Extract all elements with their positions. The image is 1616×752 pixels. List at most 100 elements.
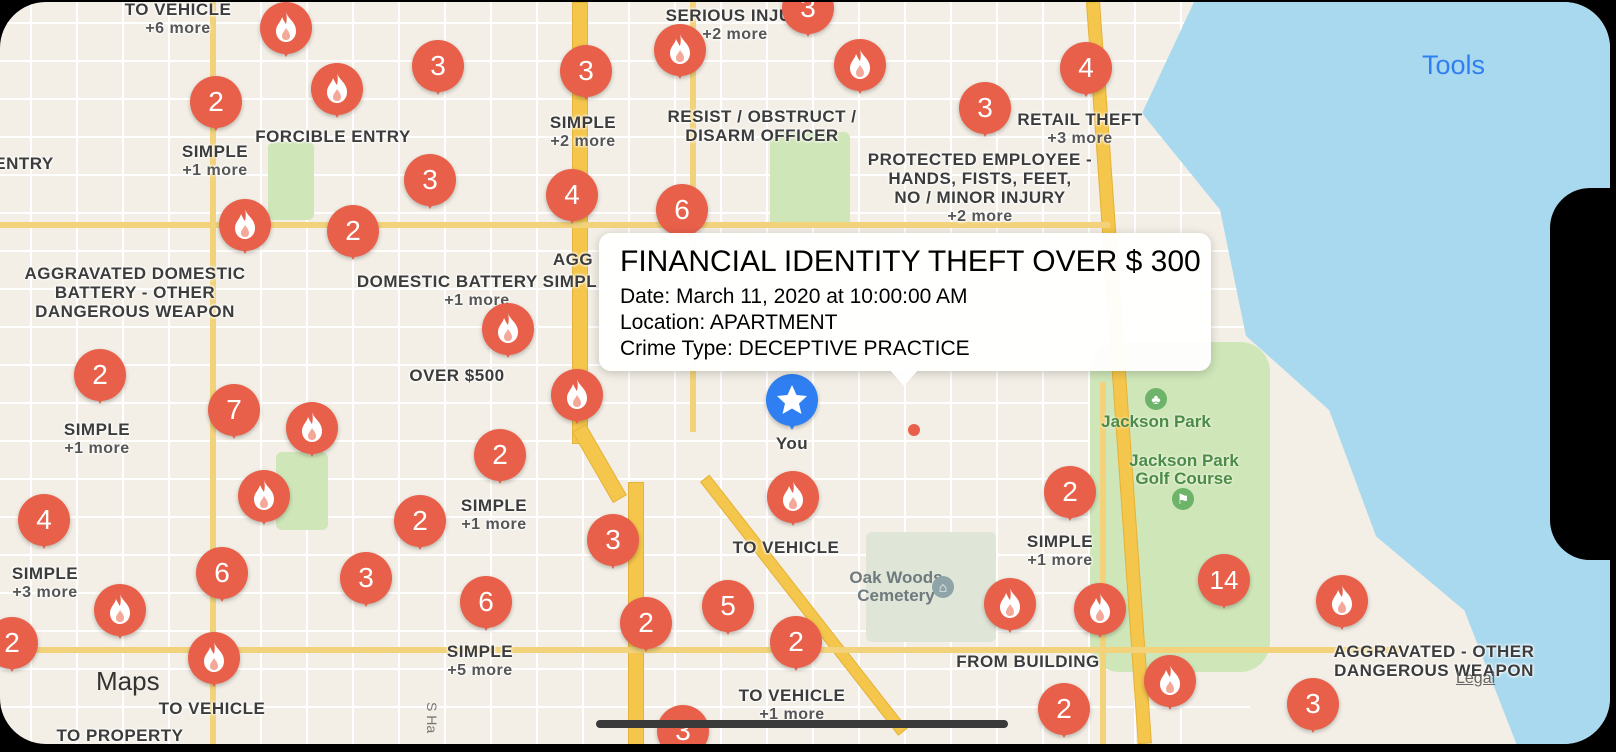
crime-cluster-pin[interactable]: 3 xyxy=(412,40,464,100)
cemetery-label: Oak Woods Cemetery xyxy=(849,568,943,605)
crime-cluster-pin[interactable]: 4 xyxy=(18,494,70,554)
crime-cluster-pin[interactable]: 2 xyxy=(394,495,446,555)
crime-cluster-pin[interactable]: 7 xyxy=(208,384,260,444)
crime-detail-callout[interactable]: FINANCIAL IDENTITY THEFT OVER $ 300 Date… xyxy=(599,233,1211,371)
user-location-pin[interactable] xyxy=(766,374,818,434)
map-view[interactable]: TO VEHICLE +6 more SERIOUS INJUR +2 more SIM… xyxy=(0,2,1610,744)
callout-location: Location: APARTMENT xyxy=(620,311,838,334)
pin-tip xyxy=(305,445,319,457)
crime-pin[interactable] xyxy=(188,632,240,692)
street xyxy=(398,2,400,744)
pin-tip xyxy=(673,67,687,79)
flame-icon xyxy=(783,481,803,511)
crime-category-label: TO VEHICLE +1 more xyxy=(739,686,846,724)
crime-pin[interactable] xyxy=(834,39,886,99)
crime-cluster-pin[interactable]: 4 xyxy=(1060,42,1112,102)
golf-icon: ⚑ xyxy=(1172,488,1194,510)
crime-pin[interactable] xyxy=(654,24,706,84)
crime-pin[interactable] xyxy=(219,199,271,259)
pin-tip xyxy=(413,538,427,550)
crime-cluster-pin[interactable]: 3 xyxy=(959,82,1011,142)
device-frame: TO VEHICLE +6 more SERIOUS INJUR +2 more SIM… xyxy=(0,0,1616,752)
crime-category-text: SIMPLE xyxy=(1026,532,1094,551)
crime-cluster-pin[interactable]: 2 xyxy=(0,617,38,677)
street xyxy=(536,2,538,744)
crime-category-label: TO VEHICLE +6 more xyxy=(125,2,232,38)
pin-tip xyxy=(215,590,229,602)
crime-pin[interactable] xyxy=(286,402,338,462)
crime-cluster-pin[interactable]: 2 xyxy=(770,616,822,676)
street xyxy=(0,440,1250,442)
more-count-text: +1 more xyxy=(64,440,130,457)
crime-cluster-pin[interactable]: 4 xyxy=(546,169,598,229)
crime-category-label: SIMPLE +1 more xyxy=(1027,532,1093,570)
pin-tip xyxy=(639,640,653,652)
crime-cluster-pin[interactable]: 6 xyxy=(196,547,248,607)
crime-pin[interactable] xyxy=(551,369,603,429)
crime-cluster-pin[interactable]: 2 xyxy=(1044,466,1096,526)
crime-category-text: ENTRY xyxy=(0,154,54,173)
flame-icon xyxy=(110,594,130,624)
crime-pin[interactable] xyxy=(1316,575,1368,635)
crime-category-label: SIMPLE +2 more xyxy=(550,113,616,151)
crime-category-label: FORCIBLE ENTRY xyxy=(255,127,411,146)
crime-cluster-pin[interactable]: 5 xyxy=(702,580,754,640)
crime-pin[interactable] xyxy=(984,578,1036,638)
flame-icon xyxy=(254,480,274,510)
crime-cluster-pin[interactable]: 14 xyxy=(1198,554,1250,614)
home-indicator[interactable] xyxy=(596,720,1008,728)
more-count-text: +1 more xyxy=(461,516,527,533)
crime-pin[interactable] xyxy=(238,470,290,530)
more-count-text: +2 more xyxy=(550,133,616,150)
pin-tip xyxy=(786,514,800,526)
street xyxy=(858,2,860,744)
crime-pin[interactable] xyxy=(94,584,146,644)
flame-icon xyxy=(276,12,296,42)
crime-cluster-pin[interactable]: 3 xyxy=(1287,678,1339,738)
crime-cluster-pin[interactable]: 2 xyxy=(620,597,672,657)
crime-cluster-pin[interactable]: 2 xyxy=(74,349,126,409)
crime-cluster-pin[interactable]: 2 xyxy=(1038,683,1090,743)
crime-pin[interactable] xyxy=(260,2,312,62)
crime-category-text: DOMESTIC BATTERY SIMPL xyxy=(356,272,598,291)
jackson-park-label: Jackson Park xyxy=(1101,412,1211,431)
park-icon: ♣ xyxy=(1145,388,1167,410)
crime-cluster-pin[interactable]: 3 xyxy=(782,2,834,42)
pin-tip xyxy=(257,513,271,525)
crime-category-label: ENTRY xyxy=(0,154,54,173)
pin-tip xyxy=(5,660,19,672)
crime-pin[interactable] xyxy=(1144,655,1196,715)
crime-cluster-pin[interactable]: 6 xyxy=(460,576,512,636)
crime-cluster-pin[interactable]: 3 xyxy=(560,45,612,105)
apple-maps-logo: Maps xyxy=(96,666,160,697)
tools-button[interactable]: Tools xyxy=(1422,50,1485,81)
crime-cluster-pin[interactable]: 2 xyxy=(327,205,379,265)
crime-pin[interactable] xyxy=(482,303,534,363)
major-road xyxy=(1100,382,1106,744)
crime-pin[interactable] xyxy=(767,471,819,531)
crime-category-label: DOMESTIC BATTERY SIMPL +1 more xyxy=(357,272,597,310)
legal-link[interactable]: Legal xyxy=(1456,670,1495,688)
flame-icon xyxy=(567,379,587,409)
pin-tip xyxy=(721,623,735,635)
street xyxy=(260,2,262,744)
crime-pin[interactable] xyxy=(1074,583,1126,643)
crime-cluster-pin[interactable]: 3 xyxy=(587,514,639,574)
crime-cluster-pin[interactable]: 3 xyxy=(340,552,392,612)
crime-cluster-pin[interactable]: 3 xyxy=(404,154,456,214)
crime-cluster-pin[interactable]: 2 xyxy=(474,429,526,489)
pin-tip xyxy=(37,537,51,549)
street-name-label: S Ha xyxy=(424,702,440,734)
pin-tip xyxy=(1163,698,1177,710)
flame-icon xyxy=(1000,588,1020,618)
user-pin-tip xyxy=(785,418,799,430)
pin-tip xyxy=(493,472,507,484)
crime-point-marker[interactable] xyxy=(908,424,920,436)
more-count-text: +5 more xyxy=(447,662,513,679)
crime-category-text: SIMPLE xyxy=(460,496,528,515)
crime-category-text: SIMPLE xyxy=(446,642,514,661)
crime-pin[interactable] xyxy=(311,63,363,123)
crime-category-text: TO VEHICLE xyxy=(158,699,266,718)
callout-pointer xyxy=(890,370,918,386)
crime-cluster-pin[interactable]: 2 xyxy=(190,76,242,136)
